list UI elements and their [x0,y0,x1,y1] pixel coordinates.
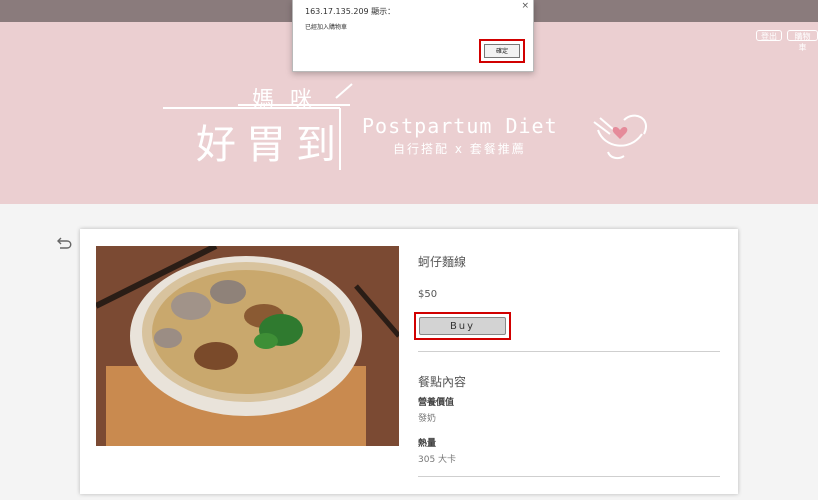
ok-button[interactable]: 確定 [484,44,520,58]
buy-button[interactable]: Buy [419,317,506,335]
dialog-title: 163.17.135.209 顯示： [305,7,396,16]
brand-title-big: 好胃到 [196,122,346,168]
product-card: 蚵仔麵線 $50 Buy 餐點內容 營養價值 發奶 熱量 305 大卡 [80,229,738,494]
product-price: $50 [418,289,438,300]
brand-title-small: 媽咪 [252,88,329,113]
product-photo [96,246,399,446]
ok-button-highlight: 確定 [479,39,525,63]
close-icon[interactable]: × [521,1,529,11]
calories-value: 305 大卡 [418,455,457,465]
brand-english-title: Postpartum Diet [362,114,558,138]
back-arrow-icon[interactable] [56,234,74,252]
section-title-meal-content: 餐點內容 [418,375,467,389]
nutrition-label: 營養價值 [418,398,455,408]
calories-label: 熱量 [418,439,437,449]
nutrition-value: 發奶 [418,414,437,424]
heart-bowl-logo-icon [593,114,647,160]
brand-subtitle: 自行搭配 x 套餐推薦 [393,142,526,156]
divider [418,351,720,352]
alert-dialog: 163.17.135.209 顯示： × 已經加入購物車 確定 [292,0,534,72]
product-title: 蚵仔麵線 [418,255,467,269]
divider [418,476,720,477]
dialog-message: 已經加入購物車 [305,24,348,31]
buy-button-highlight: Buy [414,312,511,340]
